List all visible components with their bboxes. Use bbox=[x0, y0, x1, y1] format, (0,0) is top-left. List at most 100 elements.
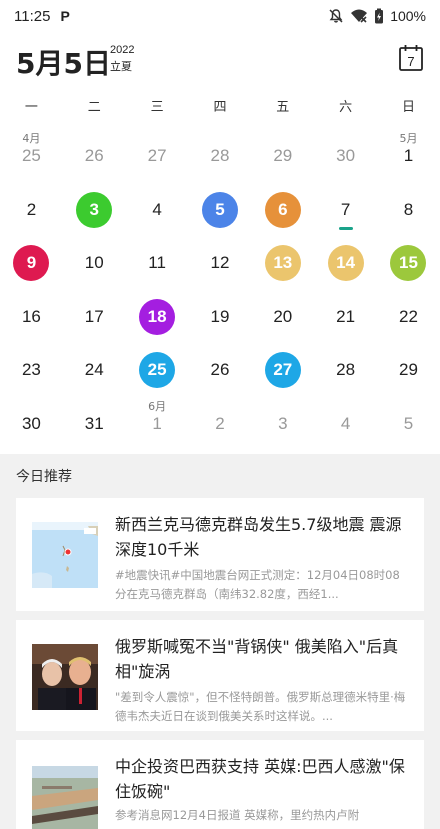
day-number: 26 bbox=[84, 146, 104, 165]
day-number: 15 bbox=[390, 245, 427, 281]
day-number: 28 bbox=[210, 146, 230, 165]
calendar-day-cell[interactable]: 14 bbox=[314, 233, 377, 287]
day-number: 26 bbox=[210, 360, 230, 379]
day-number: 25 bbox=[139, 352, 176, 388]
calendar-week-row: 9 10 11 12 13 14 15 bbox=[0, 233, 440, 287]
news-headline: 中企投资巴西获支持 英媒:巴西人感激"保住饭碗" bbox=[115, 757, 405, 801]
calendar-day-cell[interactable]: 15 bbox=[377, 233, 440, 287]
calendar-day-cell[interactable]: 25 bbox=[126, 340, 189, 394]
news-summary: "差到令人震惊"，但不怪特朗普。俄罗斯总理德米特里·梅德韦杰夫近日在谈到俄美关系… bbox=[115, 690, 406, 723]
day-number: 4 bbox=[340, 413, 351, 433]
day-number: 14 bbox=[327, 245, 364, 281]
solar-term-label: 立夏 bbox=[110, 60, 132, 73]
day-number: 13 bbox=[264, 245, 301, 281]
calendar-day-cell[interactable]: 20 bbox=[251, 287, 314, 341]
calendar-day-cell[interactable]: 19 bbox=[189, 287, 252, 341]
news-headline: 俄罗斯喊冤不当"背锅侠" 俄美陷入"后真相"旋涡 bbox=[115, 637, 399, 681]
day-number: 3 bbox=[76, 191, 113, 228]
calendar-day-cell[interactable]: 4月 25 bbox=[0, 126, 63, 180]
go-to-today-button[interactable]: 7 bbox=[398, 44, 424, 72]
calendar-day-cell[interactable]: 4 bbox=[314, 394, 377, 448]
calendar-day-cell[interactable]: 2 bbox=[189, 394, 252, 448]
day-number: 3 bbox=[278, 413, 288, 433]
calendar-day-cell[interactable]: 6 bbox=[251, 180, 314, 234]
calendar-day-cell[interactable]: 30 bbox=[314, 126, 377, 180]
calendar-day-cell[interactable]: 28 bbox=[189, 126, 252, 180]
calendar-day-cell[interactable]: 10 bbox=[63, 233, 126, 287]
year-label: 2022 bbox=[110, 44, 135, 56]
day-number: 17 bbox=[84, 306, 104, 326]
calendar-week-row: 16 17 18 19 20 21 22 bbox=[0, 287, 440, 341]
calendar-day-cell[interactable]: 21 bbox=[314, 287, 377, 341]
day-number: 4 bbox=[152, 199, 162, 219]
calendar-day-cell[interactable]: 2 bbox=[0, 180, 63, 234]
calendar-day-cell[interactable]: 23 bbox=[0, 340, 63, 394]
news-card[interactable]: 中企投资巴西获支持 英媒:巴西人感激"保住饭碗" 参考消息网12月4日报道 英媒… bbox=[16, 740, 424, 829]
news-card[interactable]: 新西兰克马德克群岛发生5.7级地震 震源深度10千米 #地震快讯#中国地震台网正… bbox=[16, 498, 424, 611]
calendar-day-cell[interactable]: 11 bbox=[126, 233, 189, 287]
day-number: 30 bbox=[21, 413, 41, 433]
day-number: 22 bbox=[399, 306, 418, 326]
calendar-day-cell[interactable]: 4 bbox=[126, 180, 189, 234]
battery-percent: 100% bbox=[390, 8, 426, 24]
calendar-day-cell[interactable]: 6月 1 bbox=[126, 394, 189, 448]
calendar-day-cell[interactable]: 27 bbox=[251, 340, 314, 394]
day-number: 29 bbox=[273, 146, 293, 165]
day-number: 19 bbox=[210, 306, 230, 326]
day-number: 12 bbox=[210, 253, 230, 272]
day-number: 16 bbox=[21, 306, 41, 326]
calendar-day-cell[interactable]: 12 bbox=[189, 233, 252, 287]
day-number: 28 bbox=[336, 360, 356, 379]
news-card[interactable]: 俄罗斯喊冤不当"背锅侠" 俄美陷入"后真相"旋涡 "差到令人震惊"，但不怪特朗普… bbox=[16, 620, 424, 731]
day-number: 25 bbox=[21, 146, 41, 165]
calendar-day-cell[interactable]: 29 bbox=[377, 340, 440, 394]
calendar-grid: 4月 25 26 27 28 29 30 5月 1 2 3 4 5 6 7 8 9 10 11 12 13 14 15 16 1… bbox=[0, 126, 440, 447]
calendar-day-cell[interactable]: 24 bbox=[63, 340, 126, 394]
calendar-day-cell[interactable]: 29 bbox=[251, 126, 314, 180]
calendar-day-cell[interactable]: 26 bbox=[63, 126, 126, 180]
day-number: 31 bbox=[84, 413, 104, 433]
weekday-label: 一 bbox=[24, 100, 38, 115]
parking-app-icon: P bbox=[60, 8, 70, 24]
weekday-label: 二 bbox=[87, 100, 101, 115]
day-number: 29 bbox=[399, 360, 418, 379]
day-number: 20 bbox=[273, 306, 293, 326]
news-thumbnail-map bbox=[32, 522, 98, 588]
calendar-day-cell[interactable]: 18 bbox=[126, 287, 189, 341]
calendar-day-cell[interactable]: 8 bbox=[377, 180, 440, 234]
calendar-week-row: 4月 25 26 27 28 29 30 5月 1 bbox=[0, 126, 440, 180]
calendar-day-cell[interactable]: 22 bbox=[377, 287, 440, 341]
weekday-header: 一二三四五六日 bbox=[0, 96, 440, 118]
battery-icon bbox=[375, 8, 384, 24]
calendar-day-cell[interactable]: 17 bbox=[63, 287, 126, 341]
day-number: 24 bbox=[84, 360, 104, 379]
calendar-day-cell[interactable]: 28 bbox=[314, 340, 377, 394]
calendar-day-cell[interactable]: 9 bbox=[0, 233, 63, 287]
calendar-day-cell[interactable]: 27 bbox=[126, 126, 189, 180]
notification-off-icon bbox=[329, 9, 343, 23]
day-number: 5 bbox=[201, 191, 238, 228]
day-number: 10 bbox=[84, 253, 104, 272]
calendar-day-cell[interactable]: 13 bbox=[251, 233, 314, 287]
calendar-day-cell[interactable]: 7 bbox=[314, 180, 377, 234]
calendar-day-cell[interactable]: 5月 1 bbox=[377, 126, 440, 180]
calendar-day-cell[interactable]: 16 bbox=[0, 287, 63, 341]
status-bar: 11:25 P 100% bbox=[0, 0, 440, 32]
calendar-day-cell[interactable]: 30 bbox=[0, 394, 63, 448]
selected-date-title: 5月5日 bbox=[16, 47, 111, 80]
calendar-day-cell[interactable]: 26 bbox=[189, 340, 252, 394]
calendar-day-cell[interactable]: 3 bbox=[251, 394, 314, 448]
day-number: 8 bbox=[403, 199, 414, 219]
day-number: 11 bbox=[148, 253, 166, 272]
calendar-day-cell[interactable]: 3 bbox=[63, 180, 126, 234]
day-number: 27 bbox=[147, 146, 167, 165]
news-summary: #地震快讯#中国地震台网正式测定：12月04日08时08分在克马德克群岛（南纬3… bbox=[115, 568, 400, 601]
day-number: 1 bbox=[403, 146, 414, 165]
calendar-day-cell[interactable]: 5 bbox=[189, 180, 252, 234]
weekday-label: 四 bbox=[213, 100, 227, 115]
calendar-today-icon: 7 bbox=[399, 45, 423, 71]
calendar-day-cell[interactable]: 5 bbox=[377, 394, 440, 448]
day-number: 23 bbox=[21, 360, 41, 379]
weekday-label: 三 bbox=[150, 100, 164, 115]
calendar-day-cell[interactable]: 31 bbox=[63, 394, 126, 448]
